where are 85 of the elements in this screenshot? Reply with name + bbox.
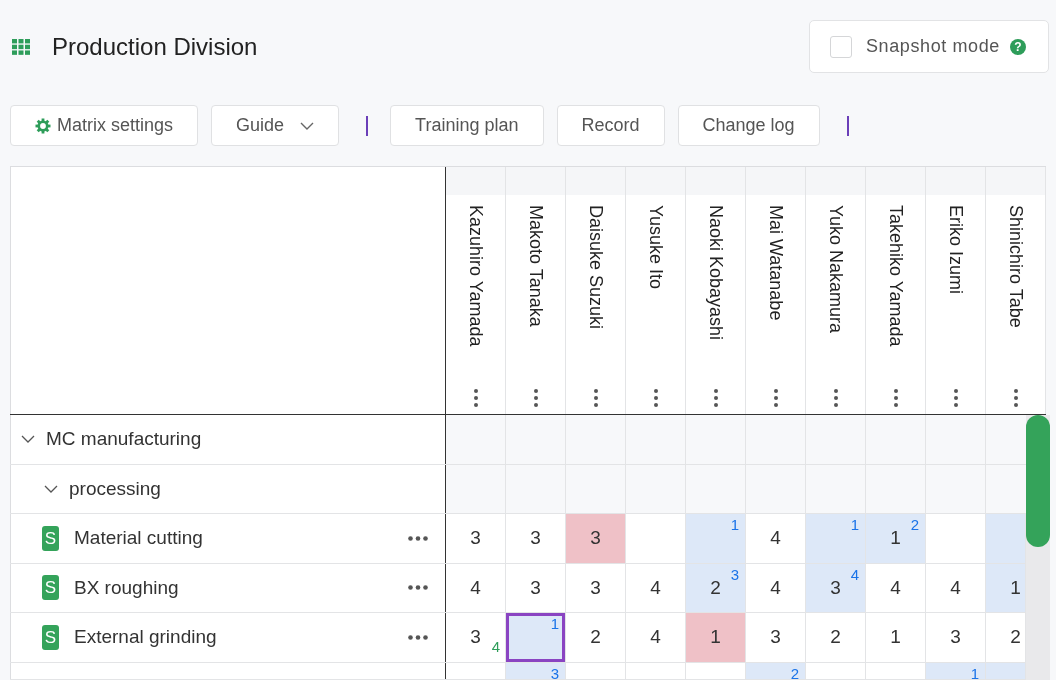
matrix-cell[interactable]: 1	[506, 613, 566, 662]
settings-button[interactable]: Matrix settings	[10, 105, 199, 146]
member-name: Daisuke Suzuki	[586, 205, 605, 330]
matrix-cell[interactable]: 4	[866, 563, 926, 612]
skill-name: External grinding	[74, 625, 217, 649]
more-vertical-icon[interactable]	[713, 389, 718, 407]
matrix-cell[interactable]: 3	[566, 514, 626, 563]
more-vertical-icon[interactable]	[533, 389, 538, 407]
toolbar-button[interactable]: Change log	[677, 105, 820, 146]
matrix-cell[interactable]: 3 4	[446, 613, 506, 662]
skill-badge: S	[42, 525, 59, 551]
more-icon[interactable]	[408, 535, 428, 541]
matrix-cell[interactable]: 1	[806, 514, 866, 563]
note-number: 2	[910, 517, 919, 532]
note-number: 4	[491, 638, 500, 654]
member-name: Eriko Izumi	[946, 205, 965, 294]
matrix-cell[interactable]: 4	[626, 613, 686, 662]
matrix-cell[interactable]: 2	[806, 613, 866, 662]
grid-icon	[12, 38, 30, 55]
guide-dropdown[interactable]: Guide	[211, 105, 340, 146]
more-icon[interactable]	[408, 585, 428, 591]
chevron-down-icon[interactable]	[21, 435, 35, 444]
skill-badge: S	[42, 624, 59, 650]
matrix-cell[interactable]: 3	[926, 613, 986, 662]
member-name: Mai Watanabe	[766, 205, 785, 321]
snapshot-mode-label: Snapshot mode	[866, 35, 1000, 58]
matrix-cell[interactable]: 3 4	[806, 563, 866, 612]
matrix-cell[interactable]: 3	[506, 563, 566, 612]
matrix-cell[interactable]: 3	[566, 563, 626, 612]
matrix-cell[interactable]: 3	[506, 514, 566, 563]
matrix-cell[interactable]: 1	[866, 613, 926, 662]
more-icon[interactable]	[408, 634, 428, 640]
skill-name: BX roughing	[74, 575, 179, 600]
note-number: 2	[790, 665, 799, 680]
more-vertical-icon[interactable]	[593, 389, 598, 407]
member-name: Yusuke Ito	[646, 205, 665, 290]
skill-badge: S	[42, 575, 59, 601]
more-vertical-icon[interactable]	[473, 389, 478, 407]
matrix-cell[interactable]: 4	[746, 514, 806, 563]
matrix-cell[interactable]: 1 2	[866, 514, 926, 563]
matrix-cell[interactable]	[986, 514, 1026, 563]
matrix-cell[interactable]: 2	[986, 613, 1026, 662]
member-name: Naoki Kobayashi	[706, 205, 725, 341]
member-name: Kazuhiro Yamada	[466, 205, 485, 347]
member-name: Takehiko Yamada	[886, 205, 905, 347]
matrix-cell[interactable]: 1	[686, 514, 746, 563]
gear-icon	[35, 117, 51, 134]
more-vertical-icon[interactable]	[653, 389, 658, 407]
member-name: Makoto Tanaka	[526, 205, 545, 327]
matrix-cell[interactable]: 1	[686, 613, 746, 662]
matrix-cell[interactable]	[626, 514, 686, 563]
matrix-cell[interactable]: 3	[746, 613, 806, 662]
toolbar-button[interactable]: Record	[556, 105, 665, 146]
note-number: 1	[550, 616, 559, 631]
note-number: 3	[550, 665, 559, 680]
note-number: 3	[730, 566, 739, 582]
matrix-cell[interactable]: 2 3	[686, 563, 746, 612]
page-title: Production Division	[52, 34, 258, 59]
scrollbar-thumb[interactable]	[1026, 415, 1050, 547]
group-name: processing	[69, 476, 161, 501]
chevron-down-icon	[300, 121, 315, 130]
more-vertical-icon[interactable]	[953, 389, 958, 407]
more-vertical-icon[interactable]	[773, 389, 778, 407]
matrix-cell[interactable]	[926, 514, 986, 563]
skill-name: Material cutting	[74, 526, 203, 550]
more-vertical-icon[interactable]	[1013, 389, 1018, 407]
matrix-cell[interactable]: 1	[986, 563, 1026, 612]
matrix-cell[interactable]: 4	[926, 563, 986, 612]
group-name: MC manufacturing	[46, 427, 202, 451]
checkbox[interactable]	[830, 35, 852, 58]
note-number: 1	[850, 517, 859, 532]
note-number: 1	[730, 517, 739, 532]
matrix-cell[interactable]: 2	[566, 613, 626, 662]
chevron-down-icon[interactable]	[44, 484, 58, 493]
toolbar-button[interactable]: Training plan	[390, 105, 544, 146]
matrix-cell[interactable]: 4	[746, 563, 806, 612]
matrix-cell[interactable]: 4	[446, 563, 506, 612]
matrix-cell[interactable]: 4	[626, 563, 686, 612]
note-number: 1	[970, 665, 979, 680]
member-name: Yuko Nakamura	[826, 205, 845, 334]
more-vertical-icon[interactable]	[833, 389, 838, 407]
member-name: Shinichiro Tabe	[1006, 205, 1025, 328]
more-vertical-icon[interactable]	[893, 389, 898, 407]
note-number: 4	[850, 566, 859, 582]
matrix-cell[interactable]: 3	[446, 514, 506, 563]
